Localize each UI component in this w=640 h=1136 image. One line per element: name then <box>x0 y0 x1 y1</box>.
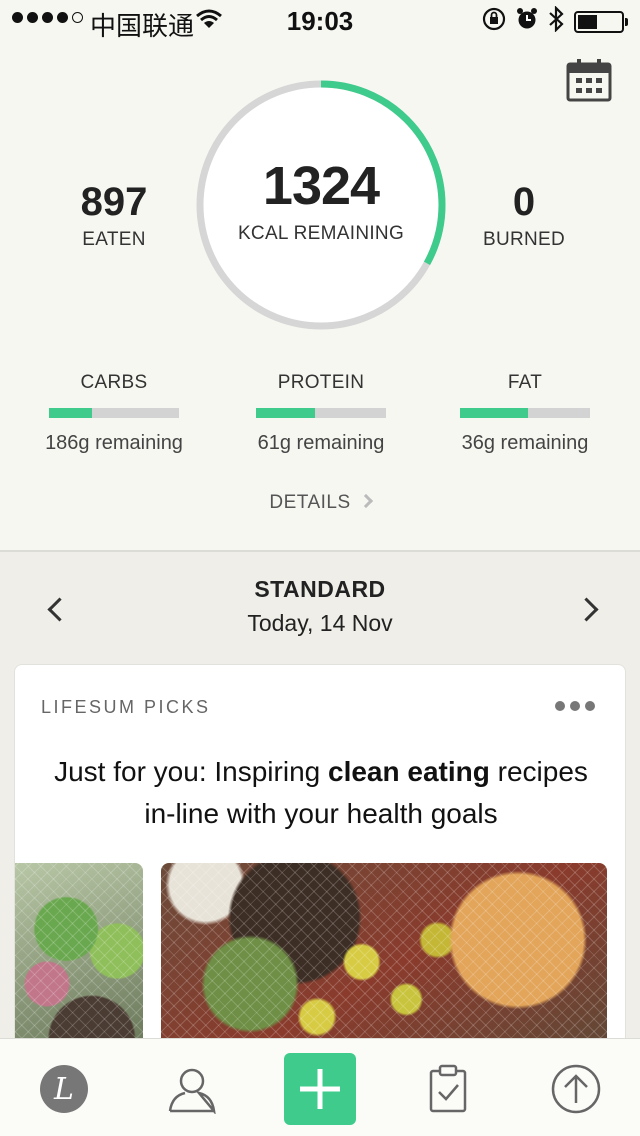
status-bar: 中国联通 19:03 <box>0 0 640 41</box>
calorie-summary: 897 EATEN 1324 KCAL REMAINING 0 BURNED C… <box>0 40 640 550</box>
tab-home[interactable]: L <box>28 1053 100 1125</box>
macro-fat: FAT 36g remaining <box>435 372 615 455</box>
clipboard-check-icon <box>429 1064 467 1113</box>
tab-diary-checklist[interactable] <box>412 1053 484 1125</box>
details-label: DETAILS <box>269 492 351 513</box>
battery-icon <box>574 10 628 33</box>
upload-icon <box>551 1064 601 1114</box>
next-day-button[interactable] <box>574 594 604 624</box>
card-headline: Just for you: Inspiring clean eating rec… <box>54 756 588 829</box>
macro-progress-bar <box>460 408 590 418</box>
alarm-icon <box>516 7 538 36</box>
rotation-lock-icon <box>482 7 506 36</box>
profile-icon <box>168 1068 216 1114</box>
macro-remaining: 186g remaining <box>45 432 183 454</box>
eaten-value: 897 <box>80 180 148 224</box>
burned-stat: 0 BURNED <box>454 180 594 251</box>
calorie-ring[interactable]: 1324 KCAL REMAINING <box>196 80 446 330</box>
recipe-image-salad[interactable] <box>15 863 143 1063</box>
kcal-remaining-value: 1324 <box>262 156 380 216</box>
add-button[interactable] <box>284 1053 356 1125</box>
home-icon: L <box>40 1065 88 1113</box>
calendar-icon <box>566 59 612 102</box>
bluetooth-icon <box>548 5 564 37</box>
card-label: LIFESUM PICKS <box>41 697 211 717</box>
tab-upload[interactable] <box>540 1053 612 1125</box>
macro-protein: PROTEIN 61g remaining <box>231 372 411 455</box>
macro-progress-bar <box>256 408 386 418</box>
eaten-stat: 897 EATEN <box>44 180 184 251</box>
macro-remaining: 36g remaining <box>461 432 589 454</box>
macro-carbs: CARBS 186g remaining <box>24 372 204 455</box>
recipe-image-featured[interactable] <box>161 863 607 1063</box>
tab-profile[interactable] <box>156 1053 228 1125</box>
chevron-right-icon <box>358 493 373 509</box>
details-link[interactable]: DETAILS <box>0 492 640 514</box>
kcal-remaining-label: KCAL REMAINING <box>237 223 405 244</box>
burned-value: 0 <box>512 180 536 224</box>
diet-name: STANDARD <box>254 576 386 602</box>
current-date: Today, 14 Nov <box>247 610 393 636</box>
tab-bar: L <box>0 1038 640 1136</box>
macro-progress-bar <box>49 408 179 418</box>
macro-name: FAT <box>507 372 543 393</box>
macro-name: PROTEIN <box>277 372 365 393</box>
calendar-button[interactable] <box>566 58 612 102</box>
macro-remaining: 61g remaining <box>257 432 385 454</box>
eaten-label: EATEN <box>82 229 146 250</box>
macro-name: CARBS <box>80 372 148 393</box>
diary-section: STANDARD Today, 14 Nov LIFESUM PICKS Jus… <box>0 552 640 1064</box>
lifesum-picks-card[interactable]: LIFESUM PICKS Just for you: Inspiring cl… <box>14 664 626 1064</box>
more-options-icon[interactable] <box>555 701 595 711</box>
burned-label: BURNED <box>482 229 566 250</box>
